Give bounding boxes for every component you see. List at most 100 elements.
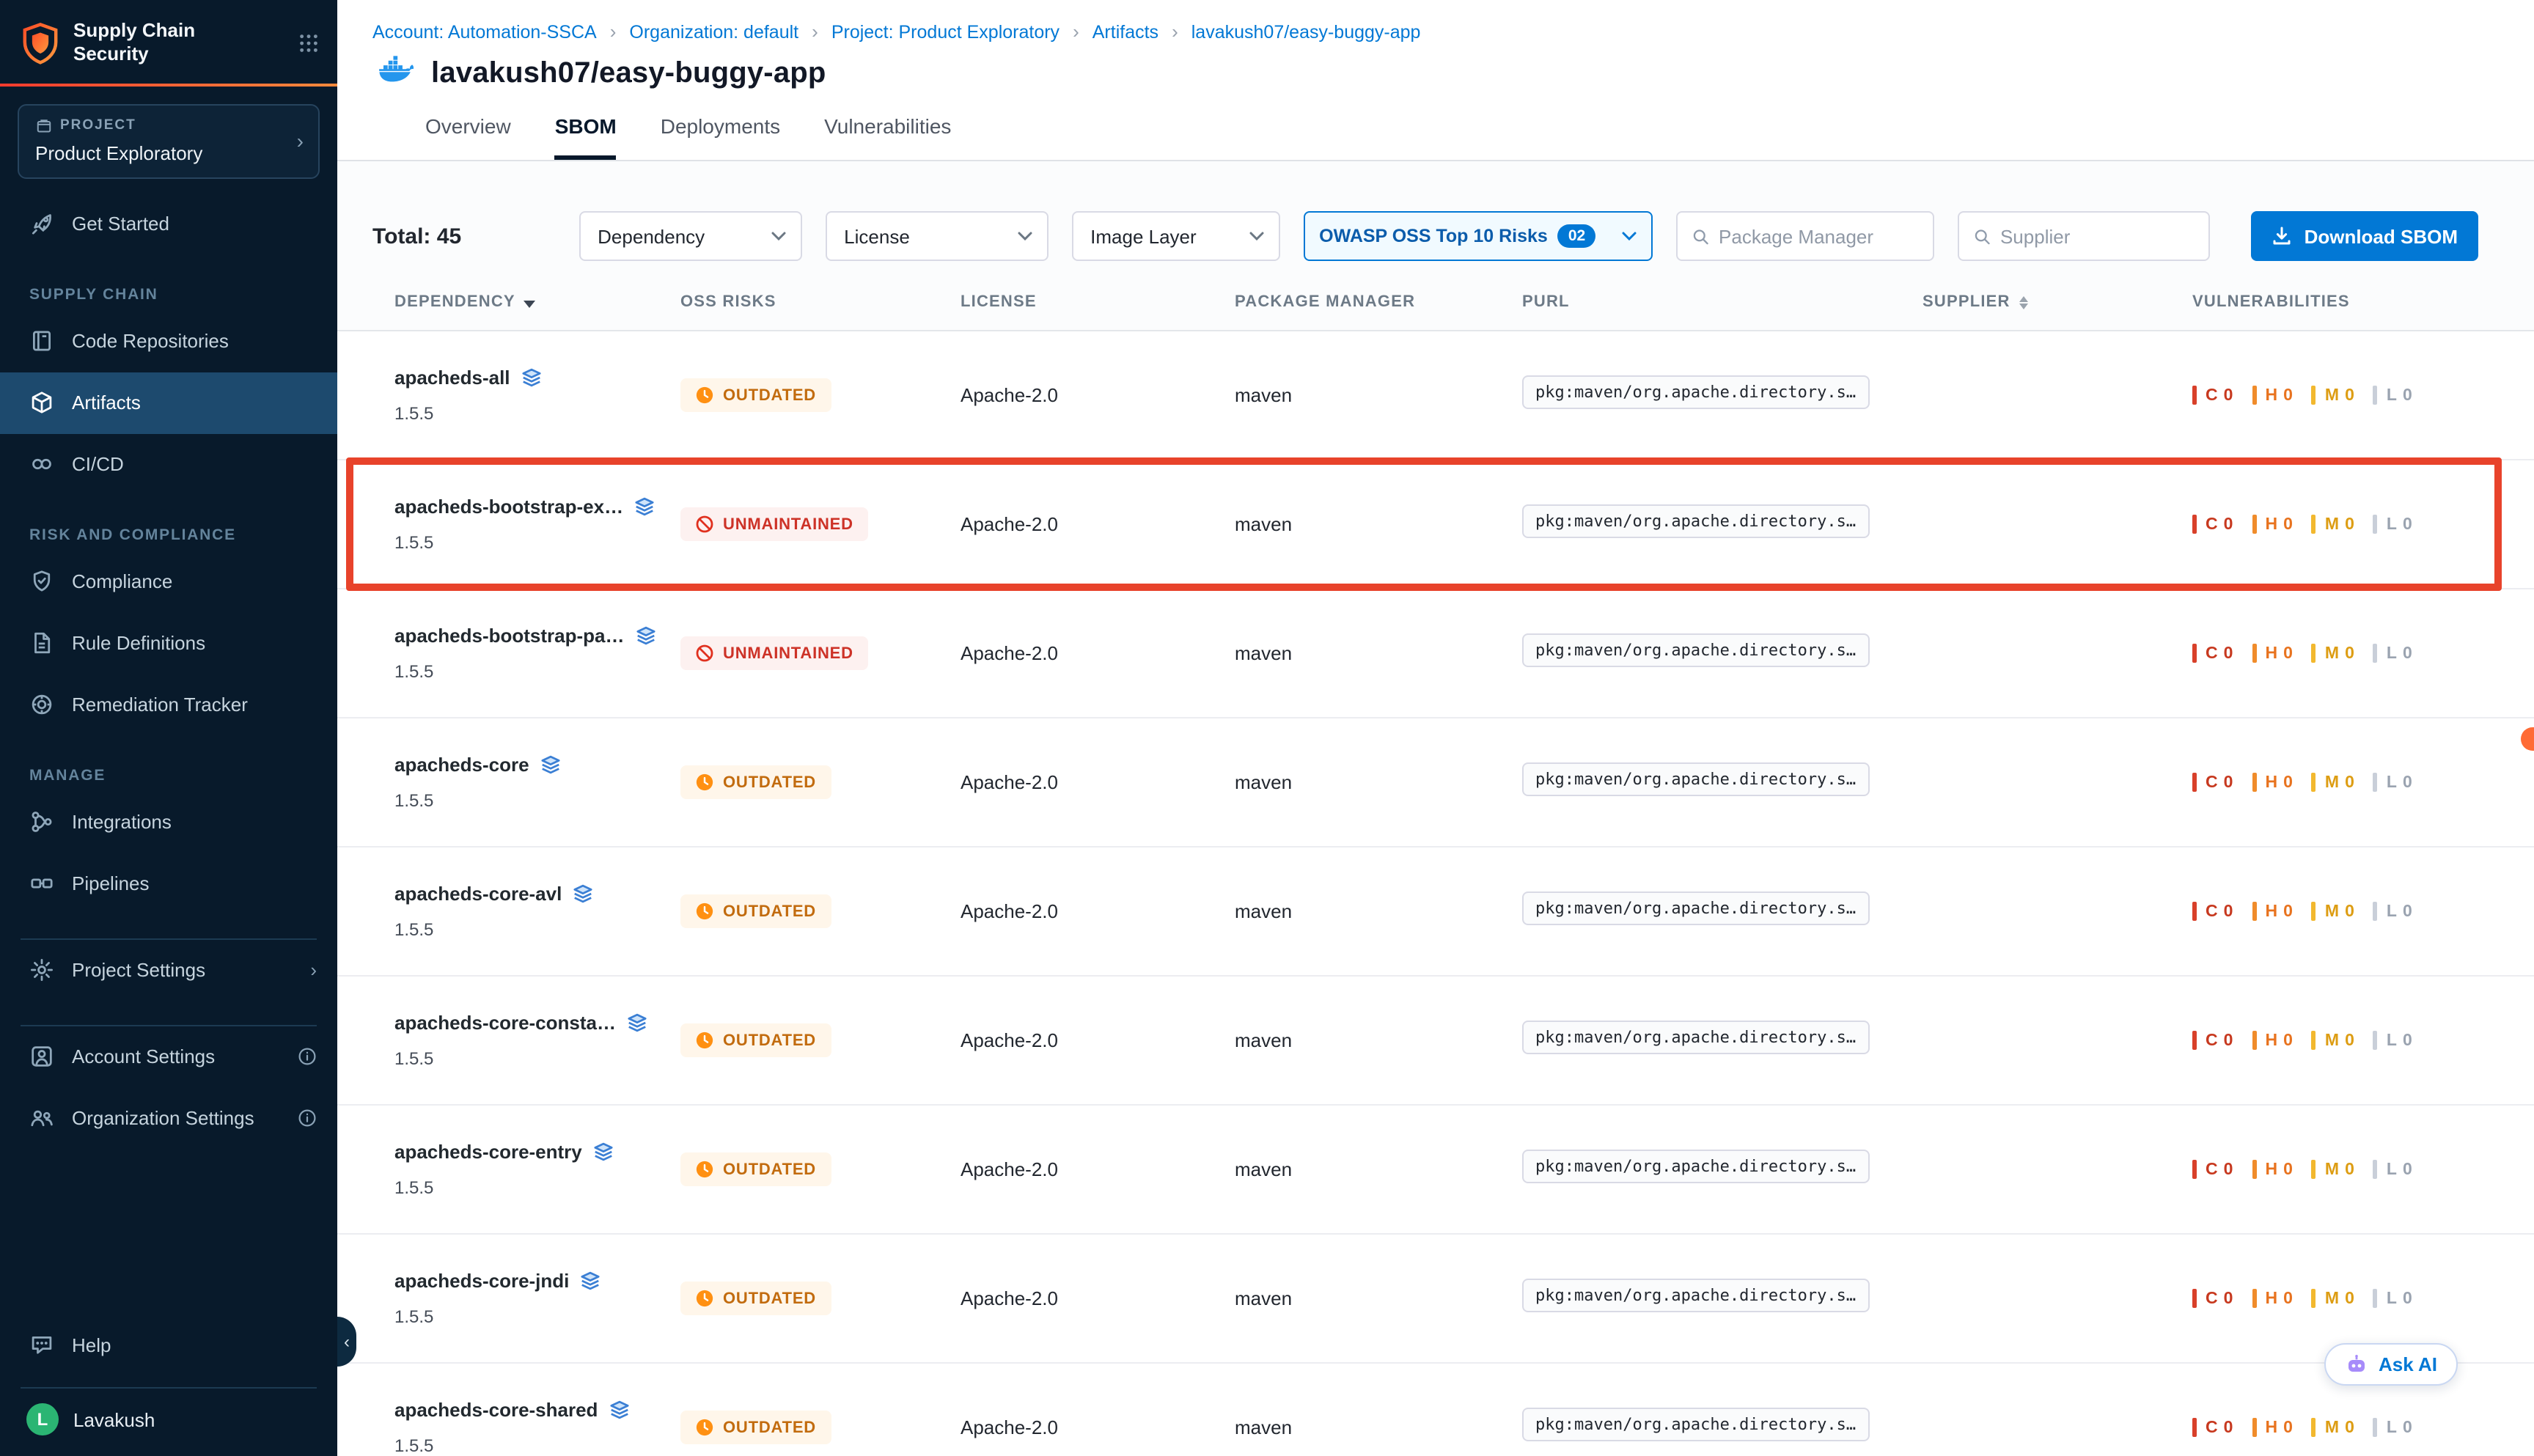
low-count: L0 — [2373, 1160, 2412, 1179]
purl-value[interactable]: pkg:maven/org.apache.directory.s… — [1522, 1149, 1869, 1183]
table-row[interactable]: apacheds-core-avl 1.5.5 OUTDATED Apache-… — [337, 848, 2534, 977]
sidebar-item-code-repositories[interactable]: Code Repositories — [0, 310, 337, 372]
table-row[interactable]: apacheds-core-shared 1.5.5 OUTDATED Apac… — [337, 1364, 2534, 1456]
sidebar-item-organization-settings[interactable]: Organization Settings — [0, 1087, 337, 1149]
risk-badge: OUTDATED — [680, 894, 831, 928]
clock-icon — [695, 1289, 714, 1308]
sidebar-item-artifacts[interactable]: Artifacts — [0, 372, 337, 433]
chevron-down-icon — [1249, 232, 1263, 240]
purl-value[interactable]: pkg:maven/org.apache.directory.s… — [1522, 891, 1869, 924]
table-row[interactable]: apacheds-core 1.5.5 OUTDATED Apache-2.0 … — [337, 718, 2534, 848]
medium-count: M0 — [2312, 902, 2354, 921]
table-header: DEPENDENCY OSS RISKS LICENSE PACKAGE MAN… — [337, 293, 2534, 331]
medium-count: M0 — [2312, 644, 2354, 663]
vulnerabilities-cell: C0 H0 M0 L0 — [2192, 1418, 2499, 1437]
project-selector[interactable]: PROJECT Product Exploratory › — [18, 103, 320, 178]
info-icon[interactable] — [298, 1108, 317, 1128]
tab-vulnerabilities[interactable]: Vulnerabilities — [824, 114, 951, 160]
integrations-icon — [29, 809, 54, 834]
breadcrumb-current[interactable]: lavakush07/easy-buggy-app — [1191, 21, 1421, 42]
sidebar-item-get-started[interactable]: Get Started — [0, 193, 337, 254]
package-manager-cell: maven — [1235, 1287, 1522, 1309]
title-row: lavakush07/easy-buggy-app — [337, 43, 2534, 91]
package-manager-search — [1675, 211, 1933, 261]
download-sbom-button[interactable]: Download SBOM — [2252, 211, 2478, 261]
critical-count: C0 — [2192, 386, 2233, 405]
column-dependency[interactable]: DEPENDENCY — [394, 293, 680, 311]
breadcrumb-artifacts[interactable]: Artifacts — [1092, 21, 1191, 43]
sort-both-icon[interactable] — [2019, 295, 2028, 309]
medium-count: M0 — [2312, 773, 2354, 792]
ask-ai-button[interactable]: Ask AI — [2324, 1343, 2458, 1386]
table-row[interactable]: apacheds-core-entry 1.5.5 OUTDATED Apach… — [337, 1106, 2534, 1235]
module-title: Supply Chain Security — [73, 19, 284, 67]
purl-value[interactable]: pkg:maven/org.apache.directory.s… — [1522, 633, 1869, 666]
dependency-version: 1.5.5 — [394, 532, 680, 553]
dependency-version: 1.5.5 — [394, 790, 680, 811]
owasp-risks-filter-select[interactable]: OWASP OSS Top 10 Risks 02 — [1303, 211, 1652, 261]
risk-badge: OUTDATED — [680, 1023, 831, 1057]
sidebar-item-account-settings[interactable]: Account Settings — [0, 1026, 337, 1087]
dependency-version: 1.5.5 — [394, 1177, 680, 1198]
tab-deployments[interactable]: Deployments — [661, 114, 780, 160]
dependency-cell: apacheds-bootstrap-ex… 1.5.5 — [394, 496, 680, 553]
module-switcher-grid-icon[interactable] — [298, 32, 320, 54]
tab-sbom[interactable]: SBOM — [555, 114, 617, 160]
column-supplier[interactable]: SUPPLIER — [1922, 293, 2192, 311]
sidebar-item-cicd[interactable]: CI/CD — [0, 433, 337, 495]
layers-icon — [521, 367, 543, 389]
sidebar-item-project-settings[interactable]: Project Settings › — [0, 939, 337, 1001]
table-row[interactable]: apacheds-core-jndi 1.5.5 OUTDATED Apache… — [337, 1235, 2534, 1364]
app-root: Supply Chain Security PROJECT Product Ex… — [0, 0, 2534, 1456]
sbom-content: Total: 45 Dependency License Image Layer… — [337, 161, 2534, 1456]
user-name: Lavakush — [73, 1408, 155, 1430]
breadcrumb-account[interactable]: Account: Automation-SSCA — [372, 21, 629, 43]
dependency-version: 1.5.5 — [394, 1306, 680, 1327]
purl-value[interactable]: pkg:maven/org.apache.directory.s… — [1522, 1407, 1869, 1441]
sidebar-item-rule-definitions[interactable]: Rule Definitions — [0, 612, 337, 674]
dependency-name: apacheds-bootstrap-pa… — [394, 625, 625, 647]
table-row[interactable]: apacheds-bootstrap-pa… 1.5.5 UNMAINTAINE… — [337, 589, 2534, 718]
purl-value[interactable]: pkg:maven/org.apache.directory.s… — [1522, 1020, 1869, 1054]
sidebar-item-help[interactable]: Help — [0, 1314, 337, 1375]
vulnerabilities-cell: C0 H0 M0 L0 — [2192, 773, 2499, 792]
table-row[interactable]: apacheds-bootstrap-ex… 1.5.5 UNMAINTAINE… — [337, 460, 2534, 589]
critical-count: C0 — [2192, 1160, 2233, 1179]
breadcrumb-project[interactable]: Project: Product Exploratory — [831, 21, 1092, 43]
tab-overview[interactable]: Overview — [425, 114, 511, 160]
dependency-cell: apacheds-bootstrap-pa… 1.5.5 — [394, 625, 680, 682]
column-purl: PURL — [1522, 293, 1922, 311]
license-filter-select[interactable]: License — [825, 211, 1048, 261]
purl-value[interactable]: pkg:maven/org.apache.directory.s… — [1522, 375, 1869, 408]
main-area: Account: Automation-SSCA Organization: d… — [337, 0, 2534, 1456]
table-row[interactable]: apacheds-core-consta… 1.5.5 OUTDATED Apa… — [337, 977, 2534, 1106]
image-layer-filter-select[interactable]: Image Layer — [1071, 211, 1279, 261]
high-count: H0 — [2252, 1418, 2292, 1437]
purl-value[interactable]: pkg:maven/org.apache.directory.s… — [1522, 504, 1869, 537]
table-row[interactable]: apacheds-all 1.5.5 OUTDATED Apache-2.0 m… — [337, 331, 2534, 460]
purl-value[interactable]: pkg:maven/org.apache.directory.s… — [1522, 1278, 1869, 1312]
license-cell: Apache-2.0 — [961, 642, 1235, 664]
purl-value[interactable]: pkg:maven/org.apache.directory.s… — [1522, 762, 1869, 795]
critical-count: C0 — [2192, 902, 2233, 921]
package-manager-search-input[interactable] — [1719, 225, 1917, 247]
dependency-version: 1.5.5 — [394, 661, 680, 682]
user-profile[interactable]: L Lavakush — [0, 1389, 337, 1441]
sidebar-item-remediation-tracker[interactable]: Remediation Tracker — [0, 674, 337, 735]
section-label-risk-compliance: RISK AND COMPLIANCE — [29, 518, 337, 551]
purl-cell: pkg:maven/org.apache.directory.s… — [1522, 633, 1922, 674]
chevron-down-icon — [1621, 232, 1636, 240]
sidebar-item-integrations[interactable]: Integrations — [0, 791, 337, 853]
sidebar-item-pipelines[interactable]: Pipelines — [0, 853, 337, 914]
column-vulnerabilities: VULNERABILITIES — [2192, 293, 2499, 311]
info-icon[interactable] — [298, 1047, 317, 1066]
dependency-filter-select[interactable]: Dependency — [579, 211, 801, 261]
purl-cell: pkg:maven/org.apache.directory.s… — [1522, 1149, 1922, 1190]
breadcrumb-organization[interactable]: Organization: default — [629, 21, 831, 43]
document-icon — [29, 630, 54, 655]
supplier-search-input[interactable] — [2000, 225, 2193, 247]
shield-check-icon — [29, 569, 54, 594]
sort-descending-icon[interactable] — [524, 300, 536, 307]
sidebar-item-compliance[interactable]: Compliance — [0, 551, 337, 612]
package-manager-cell: maven — [1235, 900, 1522, 922]
